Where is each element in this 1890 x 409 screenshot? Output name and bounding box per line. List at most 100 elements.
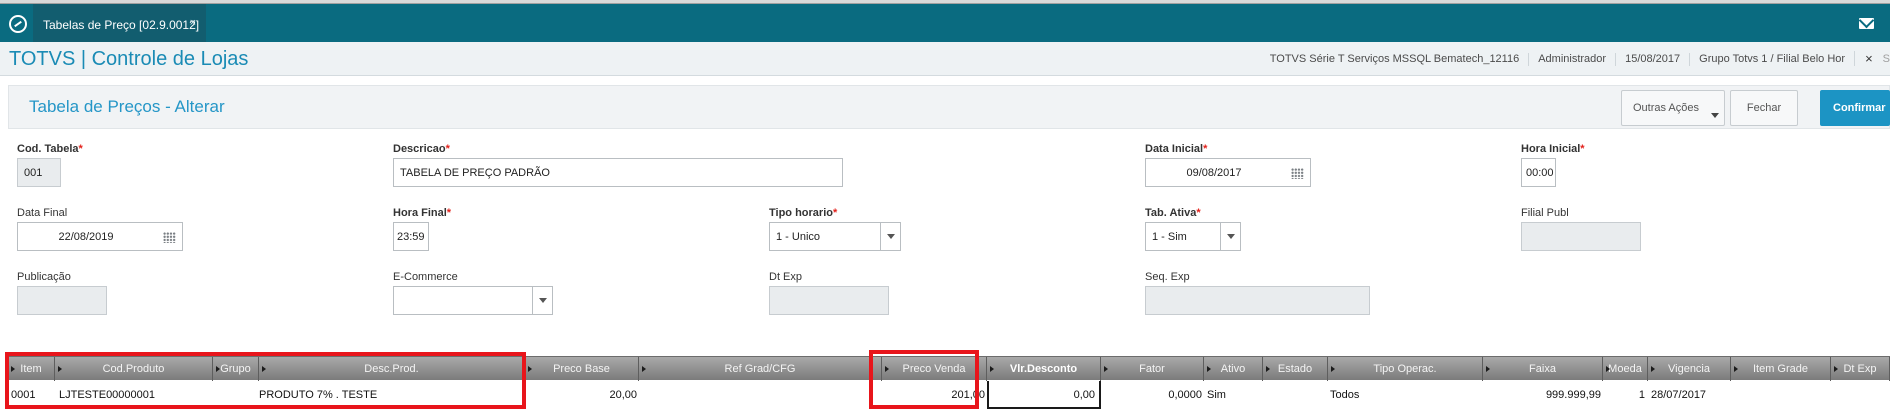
calendar-icon[interactable] [1291, 168, 1304, 179]
column-sort-icon [1834, 366, 1838, 372]
data-final-label: Data Final [17, 207, 68, 219]
page-title: Tabela de Preços - Alterar [29, 97, 225, 116]
tab-ativa-value: 1 - Sim [1152, 231, 1187, 243]
cell-item[interactable]: 0001 [11, 381, 56, 409]
tab-tabelas-de-preco[interactable]: Tabelas de Preço [02.9.0012] × [33, 4, 206, 42]
cell-fator[interactable]: 0,0000 [1101, 381, 1202, 409]
cell-ativo[interactable]: Sim [1207, 381, 1262, 409]
cell-estado[interactable] [1266, 381, 1326, 409]
column-sort-icon [216, 366, 220, 372]
column-sort-icon [528, 366, 532, 372]
table-row[interactable]: 0001 LJTESTE00000001 PRODUTO 7% . TESTE … [8, 381, 1890, 409]
tab-title: Tabelas de Preço [02.9.0012] [43, 18, 200, 32]
calendar-icon[interactable] [163, 232, 176, 243]
column-header-desc-prod[interactable]: Desc.Prod. [259, 357, 525, 381]
cod-tabela-field[interactable]: 001 [17, 158, 61, 187]
cell-tipo-operac[interactable]: Todos [1330, 381, 1480, 409]
column-sort-icon [1104, 366, 1108, 372]
chevron-down-icon[interactable] [1220, 223, 1240, 250]
data-final-value: 22/08/2019 [58, 231, 114, 243]
column-header-ref-grad[interactable]: Ref Grad/CFG [639, 357, 882, 381]
other-actions-button[interactable]: Outras Ações [1621, 90, 1725, 126]
page-heading: Tabela de Preços - Alterar [8, 85, 1890, 129]
cell-ref-grad[interactable] [643, 381, 878, 409]
cell-preco-venda[interactable]: 201,00 [882, 381, 985, 409]
column-header-item-grade[interactable]: Item Grade [1731, 357, 1831, 381]
close-icon[interactable]: × [1854, 51, 1877, 66]
hora-inicial-label: Hora Inicial* [1521, 143, 1585, 155]
app-logo-icon[interactable] [9, 15, 27, 33]
mail-icon[interactable] [1859, 18, 1874, 29]
cell-dt-exp[interactable] [1834, 381, 1889, 409]
header-extra: S [1882, 53, 1890, 65]
branch-info[interactable]: Grupo Totvs 1 / Filial Belo Hor [1689, 53, 1854, 66]
cell-desc-prod[interactable]: PRODUTO 7% . TESTE [259, 381, 519, 409]
column-header-ativo[interactable]: Ativo [1204, 357, 1263, 381]
chevron-down-icon[interactable] [532, 287, 552, 314]
cell-cod-produto[interactable]: LJTESTE00000001 [59, 381, 209, 409]
column-header-fator[interactable]: Fator [1101, 357, 1204, 381]
tab-bar: Tabelas de Preço [02.9.0012] × [0, 4, 1890, 42]
other-actions-label: Outras Ações [1632, 102, 1700, 114]
chevron-down-icon[interactable] [880, 223, 900, 250]
column-header-cod-produto[interactable]: Cod.Produto [55, 357, 213, 381]
cell-item-grade[interactable] [1734, 381, 1829, 409]
user-info[interactable]: Administrador [1528, 53, 1615, 66]
column-sort-icon [885, 366, 889, 372]
tab-ativa-label: Tab. Ativa* [1145, 207, 1201, 219]
tipo-horario-label: Tipo horario* [769, 207, 838, 219]
column-sort-icon [1606, 366, 1610, 372]
hora-final-field[interactable]: 23:59 [393, 222, 429, 251]
dt-exp-field[interactable] [769, 286, 889, 315]
tipo-horario-select[interactable]: 1 - Unico [769, 222, 901, 251]
descricao-label: Descricao* [393, 143, 450, 155]
column-sort-icon [1266, 366, 1270, 372]
cod-tabela-label: Cod. Tabela* [17, 143, 83, 155]
column-header-estado[interactable]: Estado [1263, 357, 1328, 381]
column-sort-icon [1486, 366, 1490, 372]
column-sort-icon [58, 366, 62, 372]
data-inicial-value: 09/08/2017 [1186, 167, 1242, 179]
cell-vlr-desconto[interactable]: 0,00 [987, 381, 1101, 409]
column-header-tipo-operac[interactable]: Tipo Operac. [1328, 357, 1483, 381]
date-info[interactable]: 15/08/2017 [1615, 53, 1689, 66]
hora-inicial-field[interactable]: 00:00 [1521, 158, 1556, 187]
cell-preco-base[interactable]: 20,00 [525, 381, 637, 409]
filial-publ-field[interactable] [1521, 222, 1641, 251]
hora-final-label: Hora Final* [393, 207, 452, 219]
column-header-vlr-desconto[interactable]: Vlr.Desconto [987, 357, 1101, 381]
publicacao-label: Publicação [17, 271, 71, 283]
app-title: TOTVS | Controle de Lojas [9, 48, 249, 70]
data-final-field[interactable]: 22/08/2019 [17, 222, 183, 251]
data-inicial-field[interactable]: 09/08/2017 [1145, 158, 1311, 187]
column-header-moeda[interactable]: Moeda [1603, 357, 1648, 381]
tipo-horario-value: 1 - Unico [776, 231, 821, 243]
cell-faixa[interactable]: 999.999,99 [1483, 381, 1601, 409]
column-header-preco-venda[interactable]: Preco Venda [882, 357, 987, 381]
column-sort-icon [11, 366, 15, 372]
column-header-faixa[interactable]: Faixa [1483, 357, 1603, 381]
ecommerce-label: E-Commerce [393, 271, 458, 283]
environment-info[interactable]: TOTVS Série T Serviços MSSQL Bematech_12… [1261, 53, 1528, 66]
column-sort-icon [1331, 366, 1335, 372]
column-sort-icon [1651, 366, 1655, 372]
cell-moeda[interactable]: 1 [1603, 381, 1645, 409]
descricao-field[interactable]: TABELA DE PREÇO PADRÃO [393, 158, 843, 187]
column-header-dt-exp[interactable]: Dt Exp [1831, 357, 1890, 381]
column-header-grupo[interactable]: Grupo [213, 357, 259, 381]
tab-ativa-select[interactable]: 1 - Sim [1145, 222, 1241, 251]
column-header-preco-base[interactable]: Preco Base [525, 357, 639, 381]
column-sort-icon [1207, 366, 1211, 372]
confirm-button[interactable]: Confirmar [1820, 90, 1890, 126]
column-sort-icon [642, 366, 646, 372]
column-header-vigencia[interactable]: Vigencia [1648, 357, 1731, 381]
cell-grupo[interactable] [217, 381, 257, 409]
close-button[interactable]: Fechar [1730, 90, 1798, 126]
filial-publ-label: Filial Publ [1521, 207, 1569, 219]
column-header-item[interactable]: Item [8, 357, 55, 381]
ecommerce-select[interactable] [393, 286, 553, 315]
cell-vigencia[interactable]: 28/07/2017 [1651, 381, 1731, 409]
tab-close-icon[interactable]: × [190, 17, 196, 29]
publicacao-field[interactable] [17, 286, 107, 315]
seq-exp-field[interactable] [1145, 286, 1370, 315]
